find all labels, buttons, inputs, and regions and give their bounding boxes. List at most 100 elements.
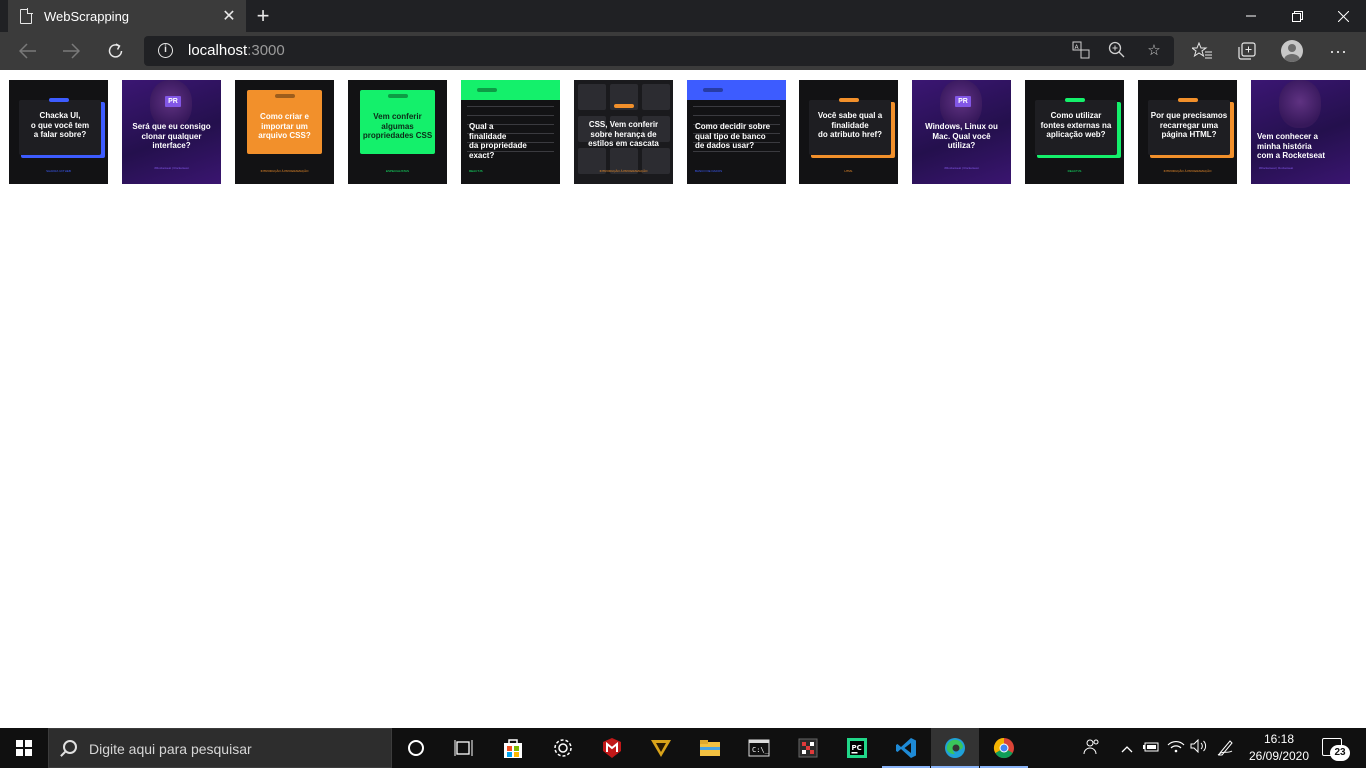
task-view-icon[interactable]	[440, 728, 488, 768]
clock-time: 16:18	[1263, 732, 1295, 746]
post-category: #Rocketseat | Rocketseat	[154, 166, 189, 170]
git-client-icon[interactable]	[784, 728, 832, 768]
pen-icon[interactable]	[1216, 738, 1236, 758]
mcafee-icon[interactable]	[588, 728, 636, 768]
post-title: Windows, Linux ou Mac. Qual você utiliza…	[925, 122, 998, 150]
site-info-icon[interactable]: i	[158, 43, 173, 58]
category-pill	[477, 88, 497, 92]
post-thumbnail[interactable]: PR Windows, Linux ou Mac. Qual você utili…	[912, 80, 1011, 184]
post-title: Será que eu consigo clonar qualquer inte…	[132, 122, 211, 150]
post-title: Vem conferir algumas propriedades CSS	[362, 112, 433, 140]
window-close-icon[interactable]	[1320, 0, 1366, 32]
tab-strip: WebScrapping ✕ +	[0, 0, 1366, 32]
chevron-up-icon[interactable]	[1117, 738, 1137, 758]
battery-icon[interactable]	[1141, 738, 1161, 758]
favorites-icon[interactable]	[1187, 36, 1217, 66]
terminal-icon[interactable]: C:\_	[735, 728, 783, 768]
svg-text:PC: PC	[852, 744, 862, 752]
settings-gear-icon[interactable]	[539, 728, 587, 768]
page-icon	[20, 8, 33, 24]
volume-icon[interactable]	[1189, 738, 1209, 758]
search-placeholder: Digite aqui para pesquisar	[89, 741, 252, 757]
code-line	[693, 115, 780, 116]
page-content: Chacka UI, o que você tem a falar sobre?…	[0, 70, 1366, 728]
people-icon[interactable]	[1082, 738, 1102, 758]
post-category: ESPECIALISTAS	[385, 169, 410, 173]
post-thumbnail[interactable]: PR Será que eu consigo clonar qualquer in…	[122, 80, 221, 184]
post-category: INTRODUÇÃO À PROGRAMAÇÃO	[599, 169, 648, 173]
post-category: #Rocketseat | Rocketseat	[944, 166, 979, 170]
pr-logo-badge: PR	[165, 96, 181, 107]
system-clock[interactable]: 16:18 26/09/2020	[1243, 731, 1315, 765]
tab-title: WebScrapping	[44, 8, 130, 24]
chrome-icon[interactable]	[980, 728, 1028, 768]
start-button[interactable]	[0, 728, 48, 768]
post-title: Você sabe qual a finalidade do atributo …	[817, 111, 883, 139]
notification-count: 23	[1330, 745, 1350, 761]
back-arrow-icon[interactable]	[13, 36, 43, 66]
refresh-icon[interactable]	[101, 36, 131, 66]
game-app-icon[interactable]	[637, 728, 685, 768]
url-text[interactable]: localhost:3000	[188, 42, 285, 59]
collections-icon[interactable]	[1232, 36, 1262, 66]
code-line	[693, 151, 780, 152]
post-category: SHAKRA UI/THEB	[46, 169, 71, 173]
post-title: Por que precisamos recarregar uma página…	[1150, 111, 1228, 139]
file-explorer-icon[interactable]	[686, 728, 734, 768]
post-thumbnail[interactable]: CSS, Vem conferir sobre herança de estil…	[574, 80, 673, 184]
post-thumbnail[interactable]: Qual a finalidade da propriedade exact? R…	[461, 80, 560, 184]
svg-text:C:\_: C:\_	[752, 746, 770, 754]
post-thumbnail[interactable]: Como utilizar fontes externas na aplicaç…	[1025, 80, 1124, 184]
post-thumbnail[interactable]: Como decidir sobre qual tipo de banco de…	[687, 80, 786, 184]
post-thumbnail[interactable]: Por que precisamos recarregar uma página…	[1138, 80, 1237, 184]
browser-tab[interactable]: WebScrapping ✕	[8, 0, 246, 32]
category-pill	[387, 94, 408, 98]
more-menu-icon[interactable]: ···	[1323, 36, 1353, 66]
code-line	[693, 106, 780, 107]
favorite-star-icon[interactable]: ☆	[1143, 41, 1165, 61]
code-line	[467, 115, 554, 116]
post-title: Chacka UI, o que você tem a falar sobre?	[30, 111, 90, 139]
post-title: CSS, Vem conferir sobre herança de estil…	[588, 120, 659, 148]
taskbar-search[interactable]: Digite aqui para pesquisar	[48, 728, 392, 768]
new-tab-button[interactable]: +	[250, 3, 276, 29]
post-thumbnail[interactable]: Você sabe qual a finalidade do atributo …	[799, 80, 898, 184]
pycharm-icon[interactable]: PC	[833, 728, 881, 768]
post-thumbnail[interactable]: Vem conferir algumas propriedades CSS ESP…	[348, 80, 447, 184]
translate-icon[interactable]: A	[1070, 41, 1092, 61]
forward-arrow-icon[interactable]	[56, 36, 86, 66]
browser-toolbar: i localhost:3000 A ☆ ···	[0, 32, 1366, 70]
post-category: HTML	[844, 169, 853, 173]
close-tab-icon[interactable]: ✕	[216, 3, 242, 29]
post-category: INTRODUÇÃO À PROGRAMAÇÃO	[260, 169, 309, 173]
vscode-icon[interactable]	[882, 728, 930, 768]
profile-avatar[interactable]	[1281, 40, 1303, 62]
address-bar[interactable]: i localhost:3000 A ☆	[144, 36, 1174, 66]
post-category: INTRODUÇÃO À PROGRAMAÇÃO	[1163, 169, 1212, 173]
wifi-icon[interactable]	[1166, 738, 1186, 758]
code-line	[467, 106, 554, 107]
grid-cell	[578, 84, 606, 110]
windows-taskbar: Digite aqui para pesquisar C:\_ PC 16:18…	[0, 728, 1366, 768]
post-category: #Rocketseat | Rocketseat	[1259, 166, 1294, 170]
presenter-photo	[1279, 80, 1321, 128]
minimize-icon[interactable]	[1228, 0, 1274, 32]
cortana-icon[interactable]	[392, 728, 440, 768]
category-pill	[274, 94, 295, 98]
zoom-icon[interactable]	[1106, 41, 1128, 61]
category-pill	[1064, 98, 1085, 102]
post-thumbnail[interactable]: Como criar e importar um arquivo CSS? INT…	[235, 80, 334, 184]
post-thumbnail[interactable]: Vem conhecer a minha história com a Rock…	[1251, 80, 1350, 184]
post-category: REACTJS	[469, 169, 483, 173]
post-category: BANCO DE DADOS	[695, 169, 723, 173]
edge-icon[interactable]	[931, 728, 979, 768]
restore-icon[interactable]	[1274, 0, 1320, 32]
store-icon[interactable]	[489, 728, 537, 768]
category-pill	[1177, 98, 1198, 102]
post-title: Como decidir sobre qual tipo de banco de…	[695, 122, 771, 150]
post-thumbnail[interactable]: Chacka UI, o que você tem a falar sobre?…	[9, 80, 108, 184]
post-title: Como utilizar fontes externas na aplicaç…	[1040, 111, 1112, 139]
card-top-band	[687, 80, 786, 100]
category-pill	[48, 98, 69, 102]
category-pill	[613, 104, 634, 108]
